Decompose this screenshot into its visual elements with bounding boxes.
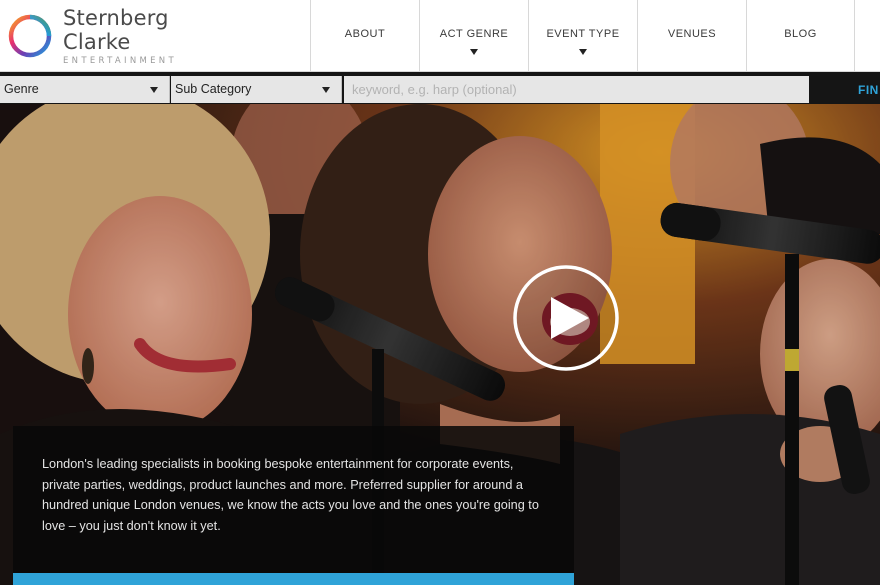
site-header: Sternberg Clarke ENTERTAINMENT ABOUT ACT… [0, 0, 880, 72]
subcategory-select-value: Sub Category [175, 82, 252, 96]
chevron-down-icon [322, 87, 330, 93]
nav-item-about[interactable]: ABOUT [310, 0, 419, 72]
hero-section: London's leading specialists in booking … [0, 104, 880, 585]
nav-item-venues[interactable]: VENUES [637, 0, 746, 72]
nav-label: BLOG [784, 28, 817, 40]
nav-label: ACT GENRE [439, 28, 509, 40]
find-button[interactable]: FIN [858, 83, 879, 97]
chevron-down-icon [470, 49, 478, 55]
intro-cta-bar[interactable] [13, 573, 574, 585]
site-logo[interactable]: Sternberg Clarke ENTERTAINMENT [6, 6, 236, 66]
search-bar: Genre Sub Category FIN [0, 72, 880, 104]
intro-text-box: London's leading specialists in booking … [13, 426, 574, 576]
nav-item-blog[interactable]: BLOG [746, 0, 855, 72]
genre-select-value: Genre [4, 82, 39, 96]
nav-label: EVENT TYPE [546, 28, 620, 40]
brand-tagline: ENTERTAINMENT [63, 55, 177, 66]
chevron-down-icon [579, 49, 587, 55]
nav-item-act-genre[interactable]: ACT GENRE [419, 0, 528, 72]
brand-name: Sternberg Clarke [63, 5, 169, 54]
subcategory-select[interactable]: Sub Category [171, 76, 342, 103]
nav-label: VENUES [667, 28, 717, 40]
logo-ring-icon [8, 14, 52, 58]
keyword-search-input[interactable] [344, 76, 809, 103]
chevron-down-icon [150, 87, 158, 93]
nav-item-event-type[interactable]: EVENT TYPE [528, 0, 637, 72]
genre-select[interactable]: Genre [0, 76, 170, 103]
intro-paragraph: London's leading specialists in booking … [42, 457, 539, 533]
play-video-button[interactable] [512, 264, 620, 372]
main-nav: ABOUT ACT GENRE EVENT TYPE VENUES BLOG [310, 0, 855, 72]
nav-label: ABOUT [344, 28, 386, 40]
